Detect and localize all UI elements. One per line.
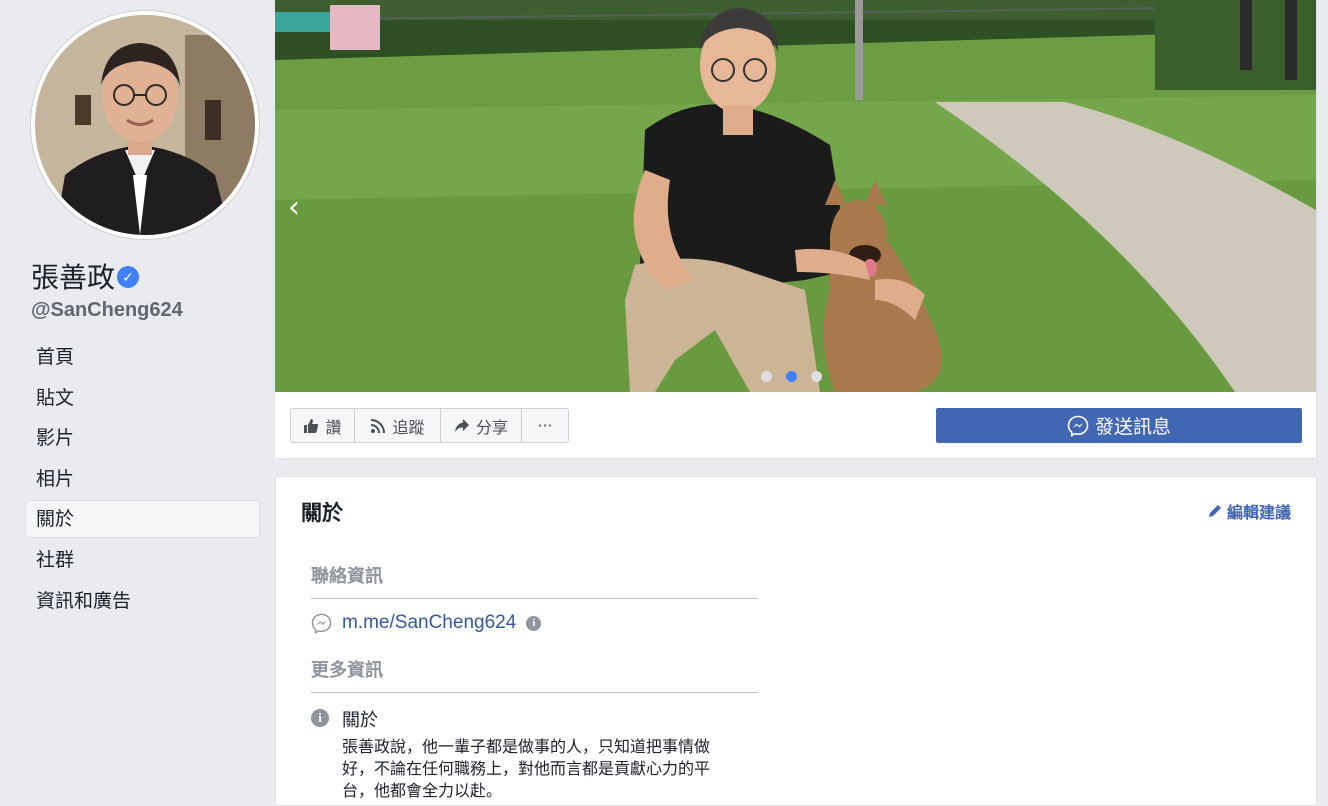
send-message-button[interactable]: 發送訊息 xyxy=(936,408,1302,443)
pencil-icon xyxy=(1208,505,1221,517)
suggest-edits-link[interactable]: 編輯建議 xyxy=(1208,499,1291,523)
like-button-label: 讚 xyxy=(325,417,342,437)
share-button-label: 分享 xyxy=(475,417,508,437)
send-message-label: 發送訊息 xyxy=(1094,416,1171,438)
about-card: 關於 編輯建議 聯絡資訊 m.me/SanCheng624 i 更多資訊 i 關… xyxy=(275,476,1317,806)
carousel-dot-1[interactable] xyxy=(761,371,772,382)
about-subtitle: 關於 xyxy=(342,710,378,731)
more-options-button[interactable]: ··· xyxy=(521,408,569,443)
messenger-icon xyxy=(1067,415,1089,437)
carousel-dot-3[interactable] xyxy=(811,371,822,382)
messenger-contact-row: m.me/SanCheng624 i xyxy=(311,612,542,634)
nav-item-photos[interactable]: 相片 xyxy=(25,460,260,498)
like-button[interactable]: 讚 xyxy=(290,408,355,443)
share-arrow-icon xyxy=(454,418,469,432)
suggest-edits-label: 編輯建議 xyxy=(1226,503,1291,522)
cover-card: ‹ 讚 追蹤 分享 ··· 發送訊息 xyxy=(275,0,1317,459)
chevron-left-icon[interactable]: ‹ xyxy=(288,193,300,223)
profile-avatar[interactable] xyxy=(31,11,259,239)
cover-photo[interactable]: ‹ xyxy=(275,0,1316,392)
nav-item-home[interactable]: 首頁 xyxy=(25,338,260,376)
rss-icon xyxy=(371,418,386,433)
messenger-link[interactable]: m.me/SanCheng624 xyxy=(342,612,516,634)
carousel-indicators xyxy=(761,369,836,382)
nav-item-community[interactable]: 社群 xyxy=(25,541,260,579)
page-handle[interactable]: @SanCheng624 xyxy=(31,297,183,323)
carousel-dot-2[interactable] xyxy=(786,371,797,382)
left-column: 張善政 ✓ @SanCheng624 首頁 貼文 影片 相片 關於 社群 資訊和… xyxy=(0,0,275,796)
nav-item-videos[interactable]: 影片 xyxy=(25,419,260,457)
thumbs-up-icon xyxy=(304,418,319,433)
contact-info-heading: 聯絡資訊 xyxy=(311,562,758,599)
about-description: 張善政說，他一輩子都是做事的人，只知道把事情做好，不論在任何職務上，對他而言都是… xyxy=(342,737,711,800)
page-nav: 首頁 貼文 影片 相片 關於 社群 資訊和廣告 xyxy=(25,338,260,622)
verified-badge-icon: ✓ xyxy=(117,266,139,288)
share-button[interactable]: 分享 xyxy=(440,408,522,443)
info-icon[interactable]: i xyxy=(526,615,542,631)
about-title: 關於 xyxy=(301,501,343,525)
cover-photo-image xyxy=(275,0,1316,392)
page-title[interactable]: 張善政 xyxy=(31,258,115,298)
follow-button-label: 追蹤 xyxy=(392,417,425,437)
page-action-bar: 讚 追蹤 分享 ··· xyxy=(290,408,569,443)
follow-button[interactable]: 追蹤 xyxy=(354,408,441,443)
info-icon: i xyxy=(311,709,329,727)
nav-item-posts[interactable]: 貼文 xyxy=(25,379,260,417)
more-icon: ··· xyxy=(537,416,553,435)
avatar-photo xyxy=(35,15,255,235)
messenger-icon xyxy=(311,613,332,634)
nav-item-about[interactable]: 關於 xyxy=(25,500,260,539)
nav-item-info-and-ads[interactable]: 資訊和廣告 xyxy=(25,582,260,620)
more-info-heading: 更多資訊 xyxy=(311,656,758,693)
